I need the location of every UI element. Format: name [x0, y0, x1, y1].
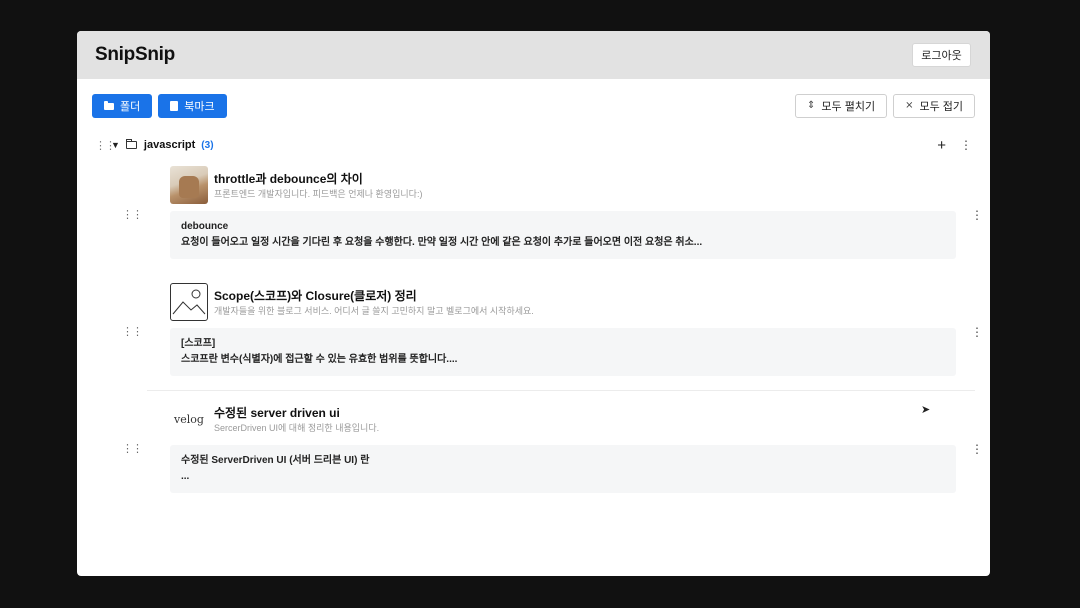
add-folder-button[interactable]: 폴더 [92, 94, 153, 118]
logout-button[interactable]: 로그아웃 [912, 43, 971, 67]
velog-logo: velog [170, 400, 208, 438]
bookmark-title: throttle과 debounce의 차이 [214, 171, 363, 186]
folder-icon [104, 100, 114, 110]
top-bar: SnipSnip 로그아웃 [77, 31, 990, 79]
folder-icon [125, 139, 137, 149]
bookmark-title: Scope(스코프)와 Closure(클로저) 정리 [214, 288, 417, 303]
drag-handle-icon[interactable]: ⋮⋮ [122, 325, 143, 338]
toolbar: 폴더 북마크 ⇕ 모두 펼치기 ⨯ 모두 접기 [92, 94, 975, 118]
bookmark-description: 개발자들을 위한 블로그 서비스. 어디서 글 쓸지 고민하지 말고 벨로그에서… [214, 305, 534, 316]
snippet-box[interactable]: [스코프] 스코프란 변수(식별자)에 접근할 수 있는 유효한 범위를 뜻합니… [170, 328, 956, 376]
bookmark-header[interactable]: throttle과 debounce의 차이 프론트엔드 개발자입니다. 피드백… [170, 166, 975, 204]
collapse-all-label: 모두 접기 [919, 101, 963, 113]
folder-count: (3) [201, 139, 214, 151]
add-folder-label: 폴더 [120, 101, 141, 113]
brand-logo[interactable]: SnipSnip [95, 44, 175, 66]
drag-handle-icon[interactable]: ⋮⋮ [122, 442, 143, 455]
image-placeholder-icon [170, 283, 208, 321]
bookmark-description: SercerDriven UI에 대해 정리한 내용입니다. [214, 422, 380, 433]
bookmark-icon [170, 101, 179, 111]
bookmark-header[interactable]: velog 수정된 server driven ui SercerDriven … [170, 400, 975, 438]
snippet-box[interactable]: debounce 요청이 들어오고 일정 시간을 기다린 후 요청을 수행한다.… [170, 211, 956, 259]
snippet-heading: [스코프] [181, 338, 216, 349]
add-bookmark-button[interactable]: 북마크 [158, 94, 227, 118]
snippet-body: ... [181, 471, 190, 482]
bookmark-more-icon[interactable]: ⋮ [971, 208, 983, 222]
folder-name: javascript [143, 139, 196, 151]
collapse-all-button[interactable]: ⨯ 모두 접기 [893, 94, 975, 118]
folder-more-icon[interactable]: ⋮ [960, 139, 972, 151]
app-window: SnipSnip 로그아웃 폴더 북마크 ⇕ 모두 펼치기 ⨯ 모두 접기 ⋮⋮… [77, 31, 990, 576]
snippet-heading: debounce [181, 221, 229, 232]
bookmark-description: 프론트엔드 개발자입니다. 피드백은 언제나 환영입니다:) [214, 188, 423, 199]
snippet-box[interactable]: 수정된 ServerDriven UI (서버 드리븐 UI) 란 ... [170, 445, 956, 493]
drag-handle-icon[interactable]: ⋮⋮ [95, 139, 116, 152]
bookmark-thumbnail [170, 166, 208, 204]
add-bookmark-label: 북마크 [184, 101, 215, 113]
add-item-button[interactable]: + [937, 138, 946, 153]
snippet-body: 요청이 들어오고 일정 시간을 기다린 후 요청을 수행한다. 만약 일정 시간… [181, 237, 703, 248]
folder-row[interactable]: ⋮⋮ ▼ javascript (3) + ⋮ [95, 137, 972, 153]
bookmark-header[interactable]: Scope(스코프)와 Closure(클로저) 정리 개발자들을 위한 블로그… [170, 283, 975, 321]
snippet-heading: 수정된 ServerDriven UI (서버 드리븐 UI) 란 [181, 455, 370, 466]
caret-down-icon[interactable]: ▼ [111, 140, 120, 150]
divider [147, 390, 975, 391]
expand-all-label: 모두 펼치기 [821, 101, 876, 113]
snippet-body: 스코프란 변수(식별자)에 접근할 수 있는 유효한 범위를 뜻합니다.... [181, 354, 458, 365]
bookmark-more-icon[interactable]: ⋮ [971, 442, 983, 456]
bookmark-item[interactable]: ⋮⋮ ⋮ Scope(스코프)와 Closure(클로저) 정리 개발자들을 위… [122, 283, 983, 376]
collapse-icon: ⨯ [905, 100, 914, 111]
drag-handle-icon[interactable]: ⋮⋮ [122, 208, 143, 221]
bookmark-more-icon[interactable]: ⋮ [971, 325, 983, 339]
mouse-cursor-icon: ➤ [921, 404, 931, 416]
bookmark-item[interactable]: ⋮⋮ ⋮ throttle과 debounce의 차이 프론트엔드 개발자입니다… [122, 166, 983, 259]
bookmark-title: 수정된 server driven ui [214, 405, 340, 420]
bookmark-item[interactable]: ⋮⋮ ⋮ velog 수정된 server driven ui SercerDr… [122, 400, 983, 493]
expand-all-button[interactable]: ⇕ 모두 펼치기 [795, 94, 888, 118]
expand-icon: ⇕ [807, 100, 816, 111]
